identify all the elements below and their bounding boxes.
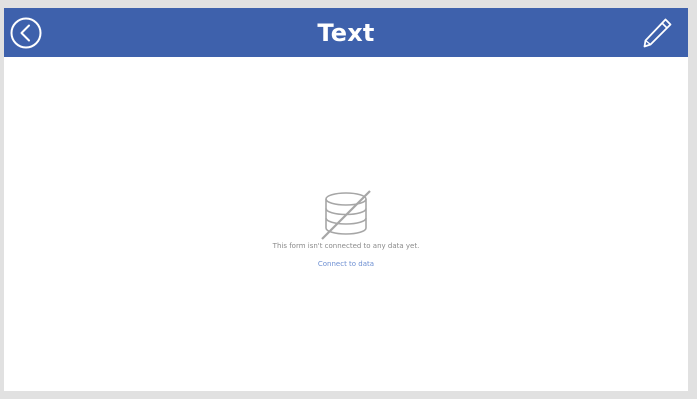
database-disconnected-icon	[321, 190, 371, 240]
connect-to-data-link[interactable]: Connect to data	[318, 259, 374, 269]
pencil-icon	[643, 18, 672, 48]
page-title: Text	[317, 19, 375, 47]
back-button[interactable]	[10, 17, 42, 49]
empty-form-message: This form isn't connected to any data ye…	[272, 242, 420, 250]
header-bar: Text	[4, 8, 688, 57]
edit-button[interactable]	[641, 17, 673, 49]
app-screen: Text This form isn't connected to any da…	[4, 8, 688, 391]
form-empty-state: This form isn't connected to any data ye…	[4, 190, 688, 270]
back-arrow-circle-icon	[10, 17, 42, 49]
